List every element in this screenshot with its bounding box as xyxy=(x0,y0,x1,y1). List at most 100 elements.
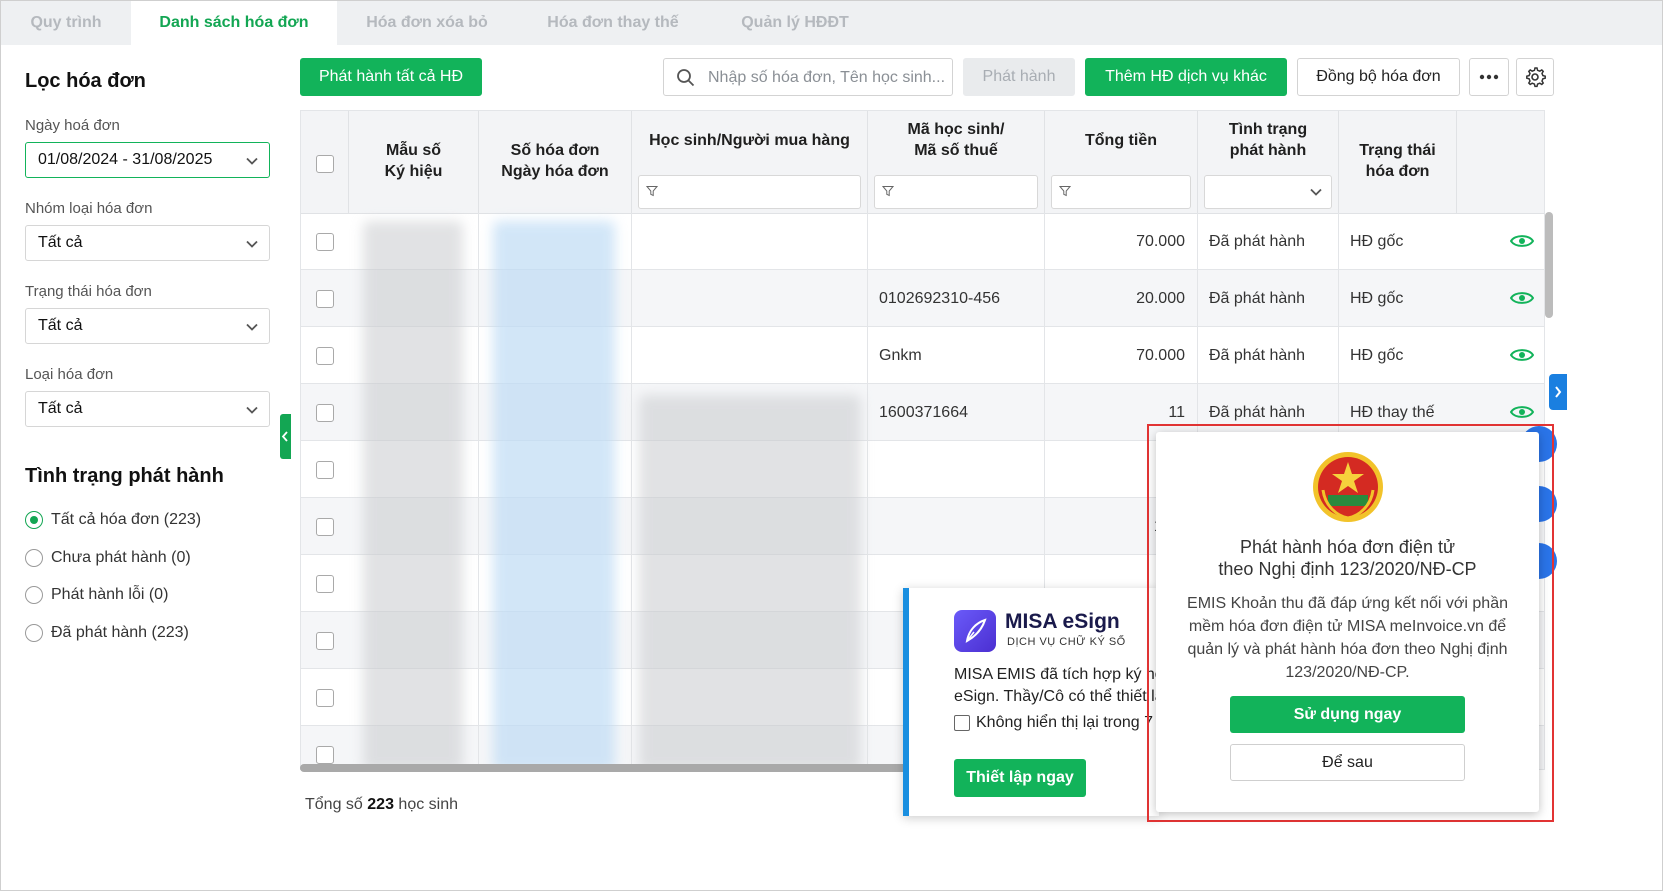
header-template: Mẫu số Ký hiệu xyxy=(349,111,479,213)
more-options-button[interactable] xyxy=(1469,58,1509,96)
invoice-state-label: Trạng thái hóa đơn xyxy=(25,283,152,300)
total-cell: 70.000 xyxy=(1045,327,1198,384)
row-checkbox[interactable] xyxy=(316,233,334,251)
invoice-group-value: Tất cả xyxy=(38,234,83,251)
tab-invoice-list[interactable]: Danh sách hóa đơn xyxy=(131,1,337,45)
eye-icon[interactable] xyxy=(1510,347,1534,363)
radio-button[interactable] xyxy=(25,624,43,642)
tab-e-invoice-management[interactable]: Quản lý HĐĐT xyxy=(709,1,881,45)
invoice-type-select[interactable]: Tất cả xyxy=(25,391,270,427)
horizontal-scrollbar[interactable] xyxy=(300,764,910,772)
radio-button[interactable] xyxy=(25,511,43,529)
header-invoice-number: Số hóa đơn Ngày hóa đơn xyxy=(479,111,632,213)
tab-bar: Quy trình Danh sách hóa đơn Hóa đơn xóa … xyxy=(1,1,1662,45)
invoice-date-select[interactable]: 01/08/2024 - 31/08/2025 xyxy=(25,142,270,178)
row-checkbox[interactable] xyxy=(316,689,334,707)
student-code-cell xyxy=(868,213,1045,270)
esign-popup: MISA eSign DỊCH VỤ CHỮ KÝ SỐ MISA EMIS đ… xyxy=(903,588,1159,816)
row-checkbox[interactable] xyxy=(316,290,334,308)
student-code-cell xyxy=(868,498,1045,555)
header-student-code: Mã học sinh/ Mã số thuế xyxy=(868,111,1045,213)
row-checkbox[interactable] xyxy=(316,575,334,593)
header-buyer: Học sinh/Người mua hàng xyxy=(632,111,868,213)
use-now-button[interactable]: Sử dụng ngay xyxy=(1230,696,1465,733)
buyer-cell xyxy=(632,213,868,270)
total-count-footer: Tổng số 223 học sinh xyxy=(305,796,459,813)
row-checkbox[interactable] xyxy=(316,518,334,536)
radio-issue-error[interactable]: Phát hành lỗi (0) xyxy=(25,586,168,604)
invoice-status-cell: HĐ gốc xyxy=(1350,233,1404,250)
issue-status-cell: Đã phát hành xyxy=(1198,327,1339,384)
search-box[interactable] xyxy=(663,58,953,96)
header-issue-status: Tình trạng phát hành xyxy=(1198,111,1339,213)
tab-replacement-invoices[interactable]: Hóa đơn thay thế xyxy=(517,1,709,45)
header-actions xyxy=(1457,111,1544,213)
issue-all-button[interactable]: Phát hành tất cả HĐ xyxy=(300,58,482,96)
setup-now-button[interactable]: Thiết lập ngay xyxy=(954,759,1086,797)
header-invoice-status: Trạng thái hóa đơn xyxy=(1339,111,1457,213)
invoice-type-label: Loại hóa đơn xyxy=(25,366,114,383)
settings-button[interactable] xyxy=(1516,58,1554,96)
row-checkbox[interactable] xyxy=(316,461,334,479)
radio-button[interactable] xyxy=(25,549,43,567)
filter-icon xyxy=(1059,186,1071,197)
tab-cancelled-invoices[interactable]: Hóa đơn xóa bỏ xyxy=(337,1,517,45)
radio-all-invoices[interactable]: Tất cả hóa đơn (223) xyxy=(25,511,201,529)
add-other-service-invoice-button[interactable]: Thêm HĐ dịch vụ khác xyxy=(1085,58,1287,96)
issue-status-cell: Đã phát hành xyxy=(1198,270,1339,327)
table-header: Mẫu số Ký hiệu Số hóa đơn Ngày hóa đơn H… xyxy=(301,111,1544,214)
invoice-group-select[interactable]: Tất cả xyxy=(25,225,270,261)
chevron-down-icon xyxy=(246,157,258,165)
buyer-filter-input[interactable] xyxy=(638,175,861,209)
row-checkbox[interactable] xyxy=(316,746,334,764)
filter-icon xyxy=(646,186,658,197)
radio-label: Chưa phát hành (0) xyxy=(51,549,191,566)
redacted-template-column xyxy=(363,221,463,769)
chevron-down-icon xyxy=(1310,188,1322,196)
more-horizontal-icon xyxy=(1479,74,1499,80)
invoice-date-value: 01/08/2024 - 31/08/2025 xyxy=(38,151,213,168)
eye-icon[interactable] xyxy=(1510,290,1534,306)
issue-status-filter-select[interactable] xyxy=(1204,175,1332,209)
e-invoice-decree-popup: Phát hành hóa đơn điện tử theo Nghị định… xyxy=(1156,432,1539,812)
issue-button[interactable]: Phát hành xyxy=(963,58,1075,96)
tab-process[interactable]: Quy trình xyxy=(1,1,131,45)
invoice-state-select[interactable]: Tất cả xyxy=(25,308,270,344)
invoice-date-label: Ngày hoá đơn xyxy=(25,117,120,134)
student-code-cell: 0102692310-456 xyxy=(868,270,1045,327)
esign-dont-show-checkbox[interactable]: Không hiển thị lại trong 7 n xyxy=(954,714,1159,732)
esign-subtitle: DỊCH VỤ CHỮ KÝ SỐ xyxy=(1007,636,1126,648)
table-row[interactable]: 70.000 Đã phát hành HĐ gốc xyxy=(301,213,1544,270)
expand-panel-button[interactable] xyxy=(1549,374,1567,410)
sync-invoices-button[interactable]: Đồng bộ hóa đơn xyxy=(1297,58,1460,96)
filter-sidebar: Lọc hóa đơn Ngày hoá đơn 01/08/2024 - 31… xyxy=(1,46,289,889)
checkbox[interactable] xyxy=(954,715,970,731)
total-cell: 70.000 xyxy=(1045,213,1198,270)
header-select-cell xyxy=(301,111,349,213)
radio-not-issued[interactable]: Chưa phát hành (0) xyxy=(25,549,191,567)
misa-esign-logo xyxy=(954,610,996,652)
radio-button[interactable] xyxy=(25,586,43,604)
popup-message: EMIS Khoản thu đã đáp ứng kết nối với ph… xyxy=(1187,595,1508,681)
chevron-down-icon xyxy=(246,240,258,248)
student-code-filter-input[interactable] xyxy=(874,175,1038,209)
radio-label: Tất cả hóa đơn (223) xyxy=(51,511,202,528)
eye-icon[interactable] xyxy=(1510,404,1534,420)
invoice-type-value: Tất cả xyxy=(38,400,83,417)
eye-icon[interactable] xyxy=(1510,233,1534,249)
search-input[interactable] xyxy=(706,65,946,91)
row-checkbox[interactable] xyxy=(316,347,334,365)
search-icon xyxy=(677,69,695,87)
table-row[interactable]: Gnkm 70.000 Đã phát hành HĐ gốc xyxy=(301,327,1544,384)
vertical-scrollbar[interactable] xyxy=(1545,212,1553,318)
later-button[interactable]: Để sau xyxy=(1230,744,1465,781)
select-all-checkbox[interactable] xyxy=(316,155,334,173)
row-checkbox[interactable] xyxy=(316,404,334,422)
radio-issued[interactable]: Đã phát hành (223) xyxy=(25,624,189,642)
row-checkbox[interactable] xyxy=(316,632,334,650)
invoice-status-cell: HĐ gốc xyxy=(1350,290,1404,307)
collapse-sidebar-button[interactable] xyxy=(280,414,291,459)
issue-status-cell: Đã phát hành xyxy=(1198,213,1339,270)
total-filter-input[interactable] xyxy=(1051,175,1191,209)
table-row[interactable]: 0102692310-456 20.000 Đã phát hành HĐ gố… xyxy=(301,270,1544,327)
